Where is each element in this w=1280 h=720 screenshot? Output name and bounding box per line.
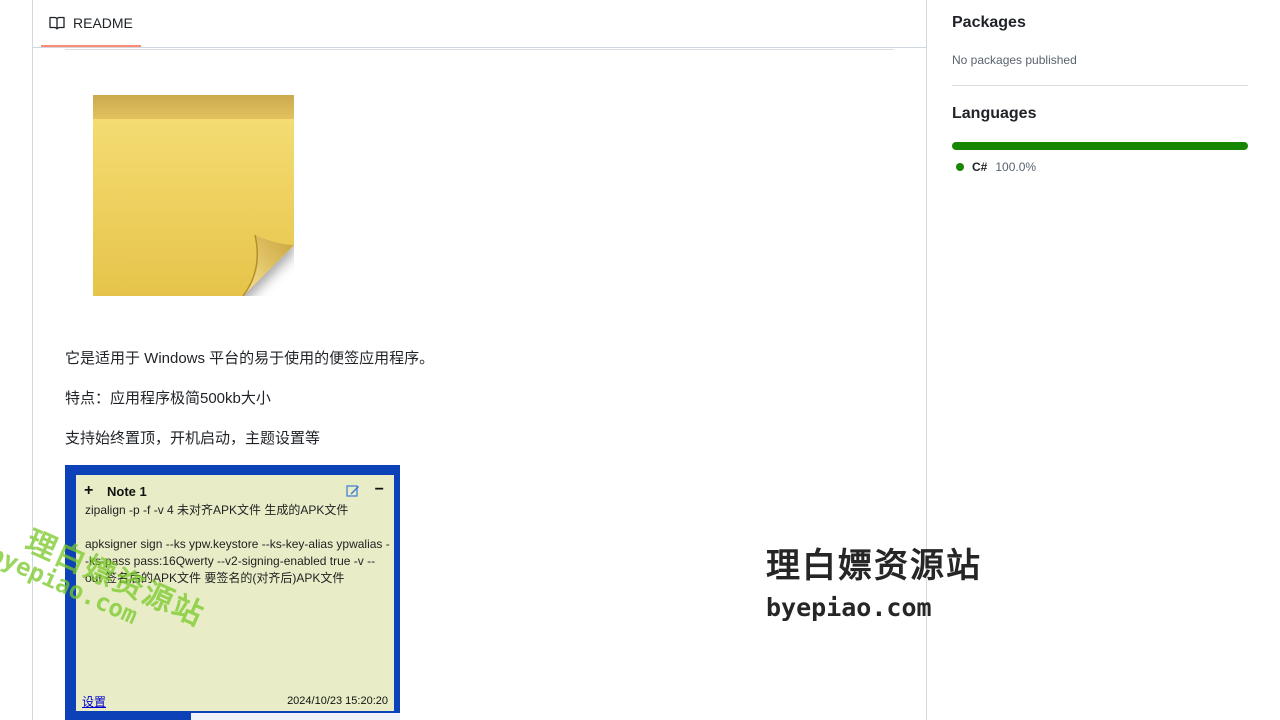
minimize-button[interactable]: − <box>375 481 384 499</box>
tab-readme-label: README <box>73 14 133 31</box>
note-timestamp: 2024/10/23 15:20:20 <box>287 695 388 707</box>
add-note-button[interactable]: + <box>84 482 102 500</box>
watermark-cn: 理白嫖资源站 <box>766 546 982 586</box>
watermark: 理白嫖资源站 byepiao.com <box>766 538 982 622</box>
readme-paragraph: 它是适用于 Windows 平台的易于使用的便签应用程序。 <box>65 350 435 367</box>
watermark-domain: byepiao.com <box>766 593 932 622</box>
book-icon <box>49 16 65 30</box>
language-name: C# <box>972 160 988 174</box>
language-dot-icon <box>956 163 964 171</box>
taskbar-strip <box>191 713 400 720</box>
settings-link[interactable]: 设置 <box>82 693 106 710</box>
packages-title[interactable]: Packages <box>952 14 1026 32</box>
edit-icon[interactable] <box>346 484 360 498</box>
note-footer: 设置 2024/10/23 15:20:20 <box>82 693 388 709</box>
readme-paragraph: 支持始终置顶，开机启动，主题设置等 <box>65 430 321 447</box>
divider <box>65 49 894 50</box>
note-title: Note 1 <box>107 483 147 499</box>
languages-title: Languages <box>952 105 1037 122</box>
language-bar-fill <box>952 142 1248 150</box>
packages-empty: No packages published <box>952 53 1077 67</box>
language-bar <box>952 142 1248 150</box>
tab-readme[interactable]: README <box>41 0 141 47</box>
sticky-note-icon <box>93 95 294 296</box>
readme-header: README <box>33 0 926 48</box>
language-item[interactable]: C# 100.0% <box>956 160 1036 174</box>
note-header: + Note 1 − <box>84 481 386 501</box>
divider <box>952 85 1248 86</box>
readme-paragraph: 特点：应用程序极简500kb大小 <box>65 390 271 407</box>
language-percent: 100.0% <box>995 160 1037 174</box>
